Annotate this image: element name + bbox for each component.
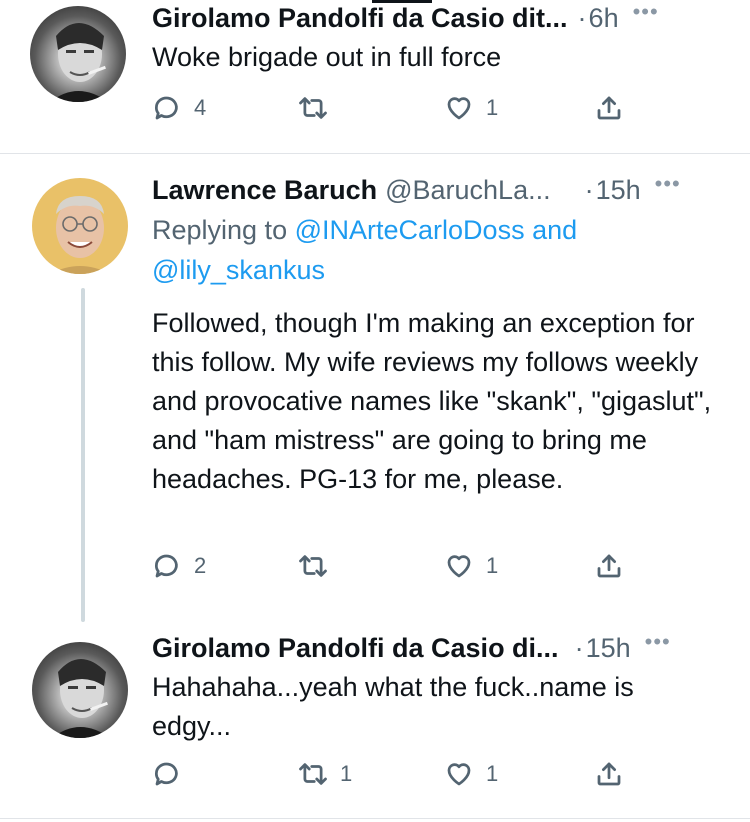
bottom-divider xyxy=(0,818,750,819)
separator-dot: · xyxy=(584,174,594,205)
retweet-arrows-icon xyxy=(299,555,327,577)
like-button[interactable]: 1 xyxy=(444,754,498,794)
tweet-actions: 1 1 xyxy=(152,754,642,794)
retweet-count: 1 xyxy=(340,761,353,786)
reply-bubble-icon xyxy=(154,96,178,120)
retweet-button[interactable]: 1 xyxy=(298,754,352,794)
retweet-arrows-icon xyxy=(299,763,327,785)
like-count: 1 xyxy=(486,761,499,786)
avatar[interactable] xyxy=(32,178,128,274)
mention-link[interactable]: @INArteCarloDoss xyxy=(295,215,525,245)
author-name[interactable]: Girolamo Pandolfi da Casio dit... xyxy=(152,3,568,34)
like-count: 1 xyxy=(486,95,499,120)
heart-icon xyxy=(447,97,471,120)
reply-count: 2 xyxy=(194,553,207,578)
share-button[interactable] xyxy=(594,754,624,794)
mention-and-link[interactable]: and xyxy=(532,215,577,245)
reply-button[interactable]: 2 xyxy=(152,546,206,586)
avatar[interactable] xyxy=(30,6,126,102)
thread-connector-line xyxy=(81,288,85,622)
timestamp[interactable]: 15h xyxy=(586,633,631,664)
tweet-text: Hahahaha...yeah what the fuck..name is e… xyxy=(152,672,634,741)
author-name[interactable]: Lawrence Baruch xyxy=(152,175,377,206)
tweet-text: Woke brigade out in full force xyxy=(152,42,502,72)
separator-dot: · xyxy=(577,2,587,33)
heart-icon xyxy=(447,555,471,578)
more-options-icon[interactable]: ••• xyxy=(645,629,671,655)
tweet-header: Girolamo Pandolfi da Casio di... · 15h •… xyxy=(152,629,734,666)
share-upload-icon xyxy=(597,762,621,786)
more-options-icon[interactable]: ••• xyxy=(633,0,659,25)
more-options-icon[interactable]: ••• xyxy=(655,171,681,197)
tweet-actions: 2 1 xyxy=(152,546,642,586)
replying-to-label: Replying to xyxy=(152,215,288,245)
retweet-button[interactable] xyxy=(298,546,340,586)
author-handle[interactable]: @BaruchLa... xyxy=(385,175,551,206)
reply-bubble-icon xyxy=(154,554,178,578)
tweet-3[interactable]: Girolamo Pandolfi da Casio di... · 15h •… xyxy=(0,622,750,822)
share-upload-icon xyxy=(597,96,621,120)
tweet-2[interactable]: Lawrence Baruch @BaruchLa... · 15h ••• R… xyxy=(0,154,750,622)
avatar[interactable] xyxy=(32,642,128,738)
separator-dot: · xyxy=(574,632,584,663)
like-button[interactable]: 1 xyxy=(444,88,498,128)
replying-to: Replying to @INArteCarloDoss and @lily_s… xyxy=(152,210,720,290)
timestamp[interactable]: 6h xyxy=(589,3,619,34)
tweet-header: Girolamo Pandolfi da Casio dit... · 6h •… xyxy=(152,0,734,36)
share-button[interactable] xyxy=(594,88,624,128)
avatar-portrait-icon xyxy=(50,196,110,274)
share-upload-icon xyxy=(597,554,621,578)
like-count: 1 xyxy=(486,553,499,578)
avatar-portrait-icon xyxy=(52,659,110,738)
tweet-header: Lawrence Baruch @BaruchLa... · 15h ••• xyxy=(152,171,734,208)
retweet-arrows-icon xyxy=(299,97,327,119)
reply-button[interactable] xyxy=(152,754,194,794)
author-name[interactable]: Girolamo Pandolfi da Casio di... xyxy=(152,633,559,664)
reply-bubble-icon xyxy=(154,762,178,786)
tweet-text: Followed, though I'm making an exception… xyxy=(152,308,712,494)
tweet-1[interactable]: Girolamo Pandolfi da Casio dit... · 6h •… xyxy=(0,0,750,152)
reply-button[interactable]: 4 xyxy=(152,88,206,128)
like-button[interactable]: 1 xyxy=(444,546,498,586)
timestamp[interactable]: 15h xyxy=(596,175,641,206)
retweet-button[interactable] xyxy=(298,88,340,128)
avatar-portrait-icon xyxy=(50,23,108,102)
heart-icon xyxy=(447,763,471,786)
share-button[interactable] xyxy=(594,546,624,586)
tweet-actions: 4 1 xyxy=(152,88,642,128)
reply-count: 4 xyxy=(194,95,207,120)
mention-link[interactable]: @lily_skankus xyxy=(152,255,325,285)
